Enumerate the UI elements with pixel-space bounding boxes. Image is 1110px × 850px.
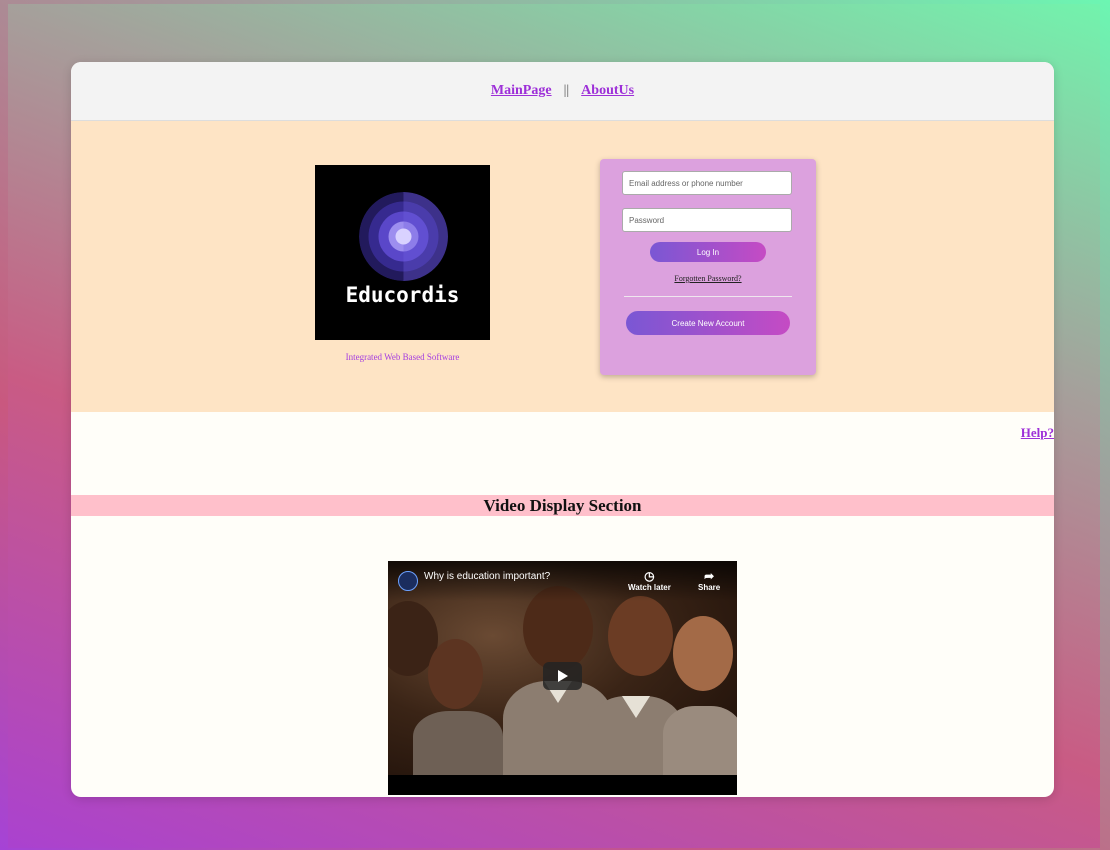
- create-account-button[interactable]: Create New Account: [626, 311, 790, 335]
- main-card: MainPage || AboutUs Educordis Integrated…: [71, 62, 1054, 797]
- password-input[interactable]: [622, 208, 792, 232]
- email-input[interactable]: [622, 171, 792, 195]
- logo-circle-icon: [359, 192, 448, 281]
- share-label: Share: [698, 583, 721, 592]
- play-button[interactable]: [543, 662, 582, 690]
- share-icon: ➦: [704, 569, 715, 583]
- help-link[interactable]: Help?: [1021, 425, 1054, 441]
- video-title[interactable]: Why is education important?: [424, 571, 550, 582]
- video-section-heading: Video Display Section: [71, 495, 1054, 516]
- logo-tagline: Integrated Web Based Software: [345, 352, 460, 362]
- video-player[interactable]: Why is education important? ◷ Watch late…: [388, 561, 737, 795]
- share-button[interactable]: ➦ Share: [698, 569, 720, 592]
- video-header-overlay: Why is education important? ◷ Watch late…: [388, 561, 737, 601]
- nav-main-page-link[interactable]: MainPage: [491, 83, 552, 99]
- watch-later-label: Watch later: [628, 583, 671, 592]
- channel-avatar-icon[interactable]: [398, 571, 418, 591]
- watch-later-button[interactable]: ◷ Watch later: [628, 569, 671, 592]
- clock-icon: ◷: [644, 569, 655, 583]
- educordis-logo: Educordis: [315, 165, 490, 340]
- logo-text: Educordis: [345, 283, 460, 307]
- nav-about-us-link[interactable]: AboutUs: [581, 83, 634, 99]
- form-divider: [624, 296, 792, 297]
- hero-section: Educordis Integrated Web Based Software …: [71, 121, 1054, 412]
- login-form: Log In Forgotten Password? Create New Ac…: [600, 159, 816, 375]
- forgot-password-link[interactable]: Forgotten Password?: [600, 274, 816, 283]
- login-button[interactable]: Log In: [650, 242, 766, 262]
- nav-separator: ||: [563, 83, 570, 98]
- top-navigation: MainPage || AboutUs: [71, 62, 1054, 121]
